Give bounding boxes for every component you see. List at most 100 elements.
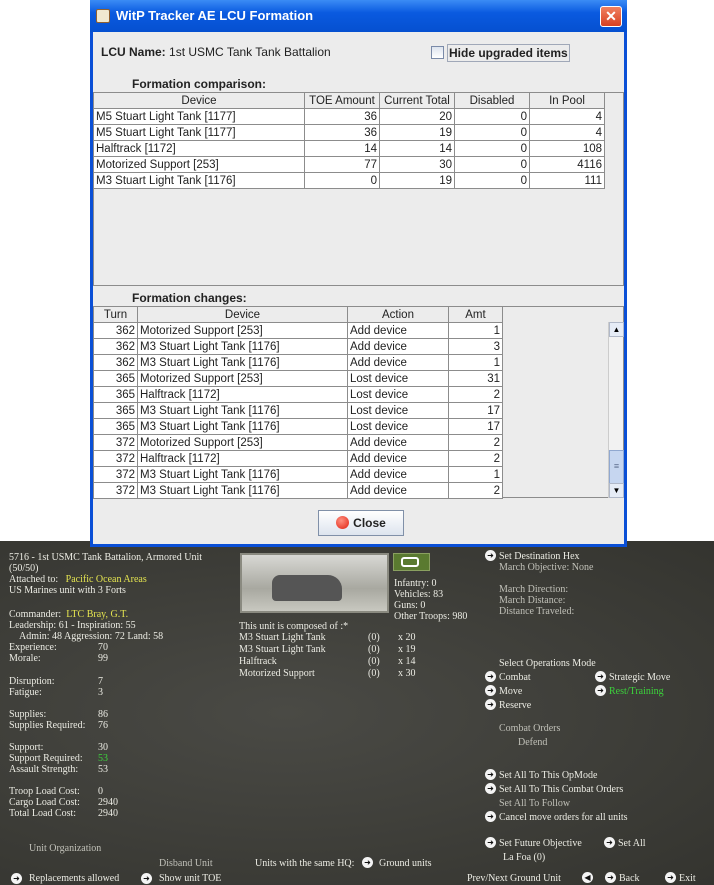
commander-name[interactable]: LTC Bray, G.T. [66,609,128,620]
table-cell[interactable]: 2 [448,450,503,467]
set-dest-item[interactable]: Set Destination Hex [499,551,580,562]
changes-scrollbar[interactable]: ▲ ≡ ▼ [608,322,624,498]
reserve-item[interactable]: Reserve [499,700,531,711]
table-cell[interactable]: 3 [448,338,503,355]
back-item[interactable]: Back [619,873,640,884]
table-cell[interactable]: 372 [93,466,138,483]
table-cell[interactable]: Add device [347,482,449,499]
table-cell[interactable]: 30 [379,156,455,173]
table-cell[interactable]: 2 [448,386,503,403]
table-cell[interactable]: 4116 [529,156,605,173]
table-cell[interactable]: M3 Stuart Light Tank [1176] [137,482,348,499]
table-cell[interactable]: M5 Stuart Light Tank [1177] [93,108,305,125]
combat-orders-item[interactable]: Combat Orders [499,723,560,734]
table-cell[interactable]: 0 [454,108,530,125]
table-row[interactable]: 372 M3 Stuart Light Tank [1176] Add device… [93,482,503,499]
dist-trav-item[interactable]: Distance Traveled: [499,606,574,617]
table-cell[interactable]: 0 [454,124,530,141]
table-row[interactable]: Motorized Support [253] 77 30 0 4116 [93,156,605,173]
table-cell[interactable]: 4 [529,124,605,141]
table-cell[interactable]: 19 [379,172,455,189]
device-name[interactable]: Halftrack [239,656,277,667]
arrow-icon[interactable]: ➜ [604,837,615,848]
strategic-item[interactable]: Strategic Move [609,672,670,683]
table-cell[interactable]: Add device [347,354,449,371]
march-obj-item[interactable]: March Objective: None [499,562,593,573]
exit-item[interactable]: Exit [679,873,696,884]
table-cell[interactable]: 31 [448,370,503,387]
arrow-icon[interactable]: ➜ [595,671,606,682]
table-row[interactable]: Halftrack [1172] 14 14 0 108 [93,140,605,157]
table-cell[interactable]: 362 [93,338,138,355]
arrow-icon[interactable]: ➜ [485,783,496,794]
table-cell[interactable]: Motorized Support [253] [137,322,348,339]
table-cell[interactable]: Halftrack [1172] [137,386,348,403]
table-cell[interactable]: Motorized Support [253] [137,370,348,387]
arrow-icon[interactable]: ➜ [485,671,496,682]
column-header[interactable]: In Pool [529,92,605,109]
arrow-icon[interactable]: ➜ [485,769,496,780]
table-row[interactable]: 372 Motorized Support [253] Add device 2 [93,434,503,451]
arrow-icon[interactable]: ➜ [11,873,22,884]
checkbox-box[interactable] [431,46,444,59]
disband-unit[interactable]: Disband Unit [159,858,213,869]
table-row[interactable]: 365 Motorized Support [253] Lost device 31 [93,370,503,387]
table-cell[interactable]: Lost device [347,370,449,387]
device-name[interactable]: Motorized Support [239,668,315,679]
table-row[interactable]: M3 Stuart Light Tank [1176] 0 19 0 111 [93,172,605,189]
table-cell[interactable]: 20 [379,108,455,125]
arrow-icon[interactable]: ➜ [362,857,373,868]
close-icon[interactable]: ✕ [600,6,622,27]
table-cell[interactable]: M5 Stuart Light Tank [1177] [93,124,305,141]
scroll-up-icon[interactable]: ▲ [609,322,624,337]
table-row[interactable]: 365 M3 Stuart Light Tank [1176] Lost devic… [93,402,503,419]
ground-units-button[interactable]: Ground units [379,858,432,869]
table-row[interactable]: 362 M3 Stuart Light Tank [1176] Add device… [93,338,503,355]
table-cell[interactable]: 2 [448,482,503,499]
table-cell[interactable]: Add device [347,450,449,467]
table-row[interactable]: 362 M3 Stuart Light Tank [1176] Add device… [93,354,503,371]
table-row[interactable]: M5 Stuart Light Tank [1177] 36 19 0 4 [93,124,605,141]
scroll-down-icon[interactable]: ▼ [609,483,624,498]
table-cell[interactable]: 17 [448,418,503,435]
future-obj-item[interactable]: Set Future Objective [499,838,582,849]
march-dist-item[interactable]: March Distance: [499,595,565,606]
table-row[interactable]: 365 M3 Stuart Light Tank [1176] Lost devic… [93,418,503,435]
column-header[interactable]: Device [93,92,305,109]
table-cell[interactable]: 0 [454,140,530,157]
table-cell[interactable]: Motorized Support [253] [93,156,305,173]
table-cell[interactable]: 36 [304,124,380,141]
combat-item[interactable]: Combat [499,672,531,683]
table-cell[interactable]: M3 Stuart Light Tank [1176] [137,466,348,483]
table-cell[interactable]: 14 [379,140,455,157]
set-all-op-item[interactable]: Set All To This OpMode [499,770,597,781]
column-header[interactable]: TOE Amount [304,92,380,109]
table-cell[interactable]: 362 [93,354,138,371]
table-cell[interactable]: M3 Stuart Light Tank [1176] [137,402,348,419]
table-cell[interactable]: 362 [93,322,138,339]
close-button[interactable]: Close [318,510,404,536]
table-cell[interactable]: 0 [304,172,380,189]
column-header[interactable]: Action [347,306,449,323]
defend-item[interactable]: Defend [518,737,547,748]
table-cell[interactable]: 19 [379,124,455,141]
arrow-icon[interactable]: ➜ [485,837,496,848]
table-cell[interactable]: 372 [93,434,138,451]
table-cell[interactable]: Halftrack [1172] [137,450,348,467]
prev-unit-icon[interactable]: ◀ [582,872,593,883]
table-cell[interactable]: 14 [304,140,380,157]
table-row[interactable]: 362 Motorized Support [253] Add device 1 [93,322,503,339]
cancel-move-item[interactable]: Cancel move orders for all units [499,812,628,823]
column-header[interactable]: Disabled [454,92,530,109]
replacements-allowed[interactable]: Replacements allowed [29,873,119,884]
table-cell[interactable]: 36 [304,108,380,125]
table-cell[interactable]: Lost device [347,402,449,419]
device-name[interactable]: M3 Stuart Light Tank [239,644,326,655]
set-all-follow-item[interactable]: Set All To Follow [499,798,570,809]
table-cell[interactable]: 108 [529,140,605,157]
arrow-icon[interactable]: ➜ [595,685,606,696]
table-cell[interactable]: 365 [93,402,138,419]
column-header[interactable]: Turn [93,306,138,323]
set-all-combat-item[interactable]: Set All To This Combat Orders [499,784,623,795]
arrow-icon[interactable]: ➜ [141,873,152,884]
